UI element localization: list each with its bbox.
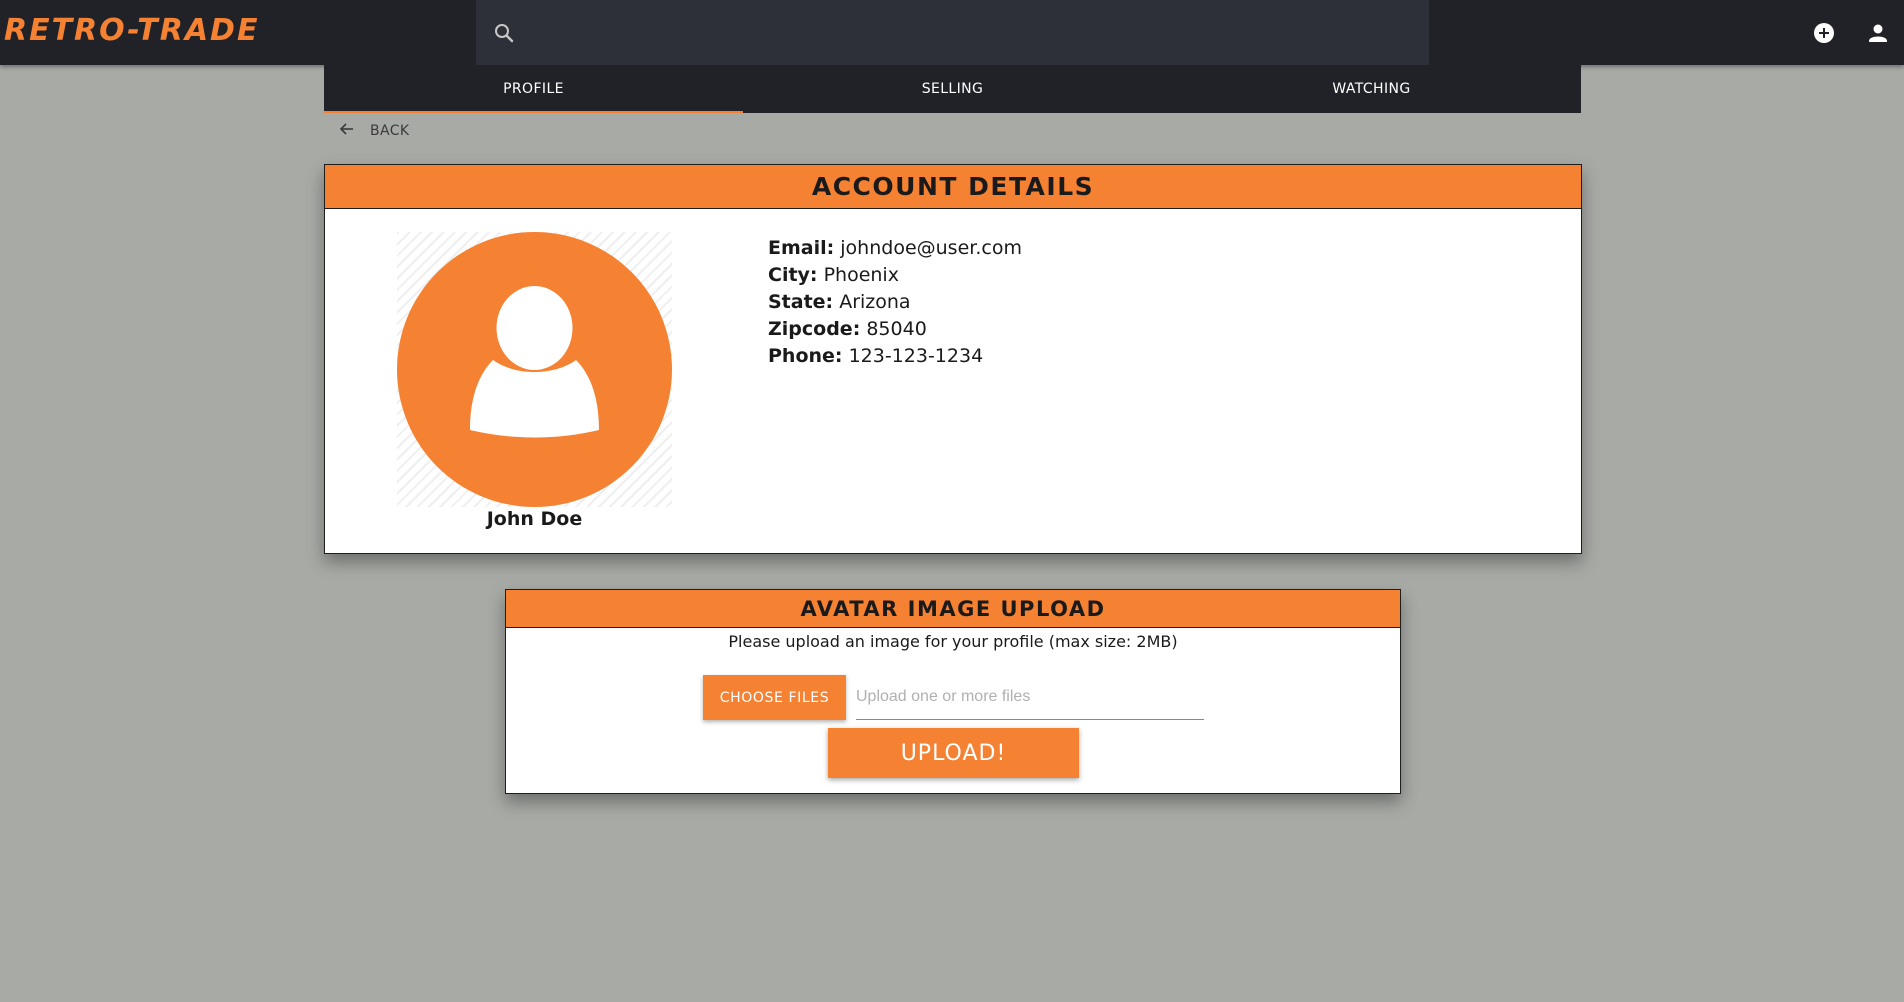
add-circle-icon[interactable] bbox=[1810, 19, 1838, 47]
person-avatar-icon bbox=[397, 232, 672, 507]
search-input[interactable] bbox=[532, 0, 1412, 65]
back-button[interactable]: BACK bbox=[336, 118, 410, 144]
profile-tabs: PROFILE SELLING WATCHING bbox=[324, 65, 1581, 113]
upload-instructions: Please upload an image for your profile … bbox=[728, 632, 1178, 651]
detail-value: Arizona bbox=[839, 291, 911, 313]
avatar-upload-card: Avatar Image Upload Please upload an ima… bbox=[505, 589, 1401, 794]
account-details-list: Email: johndoe@user.com City: Phoenix St… bbox=[768, 235, 1022, 370]
choose-files-button[interactable]: CHOOSE FILES bbox=[703, 675, 846, 720]
account-details-card: Account Details John Doe Email: johndoe@… bbox=[324, 164, 1582, 554]
detail-label: Email: bbox=[768, 237, 835, 259]
tab-selling[interactable]: SELLING bbox=[743, 65, 1162, 113]
search-bar[interactable] bbox=[476, 0, 1429, 65]
avatar bbox=[397, 232, 672, 507]
detail-email: Email: johndoe@user.com bbox=[768, 235, 1022, 262]
detail-label: State: bbox=[768, 291, 834, 313]
user-name: John Doe bbox=[486, 508, 583, 530]
top-app-bar: RETRO-TRADE bbox=[0, 0, 1904, 65]
search-icon bbox=[492, 21, 516, 45]
detail-value: 85040 bbox=[866, 318, 927, 340]
person-icon[interactable] bbox=[1864, 19, 1892, 47]
detail-label: Phone: bbox=[768, 345, 843, 367]
detail-label: City: bbox=[768, 264, 818, 286]
app-logo[interactable]: RETRO-TRADE bbox=[4, 13, 259, 48]
arrow-left-icon bbox=[336, 118, 358, 144]
detail-state: State: Arizona bbox=[768, 289, 1022, 316]
detail-phone: Phone: 123-123-1234 bbox=[768, 343, 1022, 370]
back-label: BACK bbox=[370, 123, 410, 139]
tab-watching[interactable]: WATCHING bbox=[1162, 65, 1581, 113]
upload-button[interactable]: UPLOAD! bbox=[828, 728, 1079, 778]
detail-value: johndoe@user.com bbox=[840, 237, 1022, 259]
detail-value: Phoenix bbox=[823, 264, 899, 286]
file-name-field[interactable] bbox=[856, 675, 1204, 720]
detail-label: Zipcode: bbox=[768, 318, 861, 340]
detail-zipcode: Zipcode: 85040 bbox=[768, 316, 1022, 343]
detail-value: 123-123-1234 bbox=[848, 345, 984, 367]
account-details-title: Account Details bbox=[325, 165, 1581, 209]
avatar-upload-title: Avatar Image Upload bbox=[506, 590, 1400, 628]
detail-city: City: Phoenix bbox=[768, 262, 1022, 289]
tab-profile[interactable]: PROFILE bbox=[324, 65, 743, 113]
